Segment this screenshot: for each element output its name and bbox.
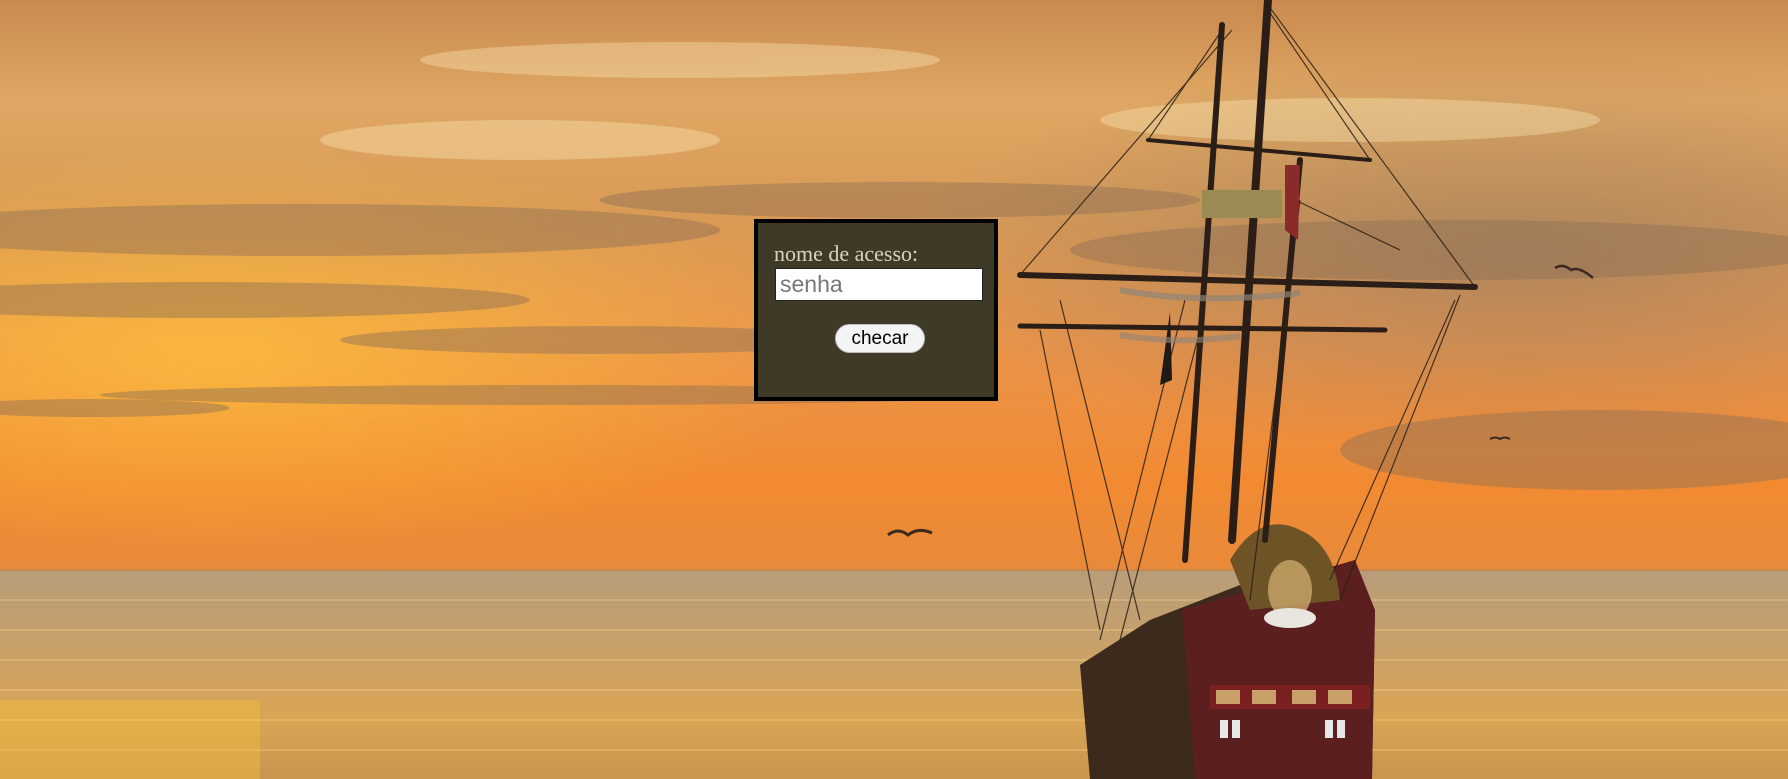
password-input[interactable] (775, 268, 983, 301)
login-panel: nome de acesso: checar (754, 219, 998, 401)
check-button[interactable]: checar (835, 324, 925, 353)
login-label: nome de acesso: (774, 241, 919, 266)
